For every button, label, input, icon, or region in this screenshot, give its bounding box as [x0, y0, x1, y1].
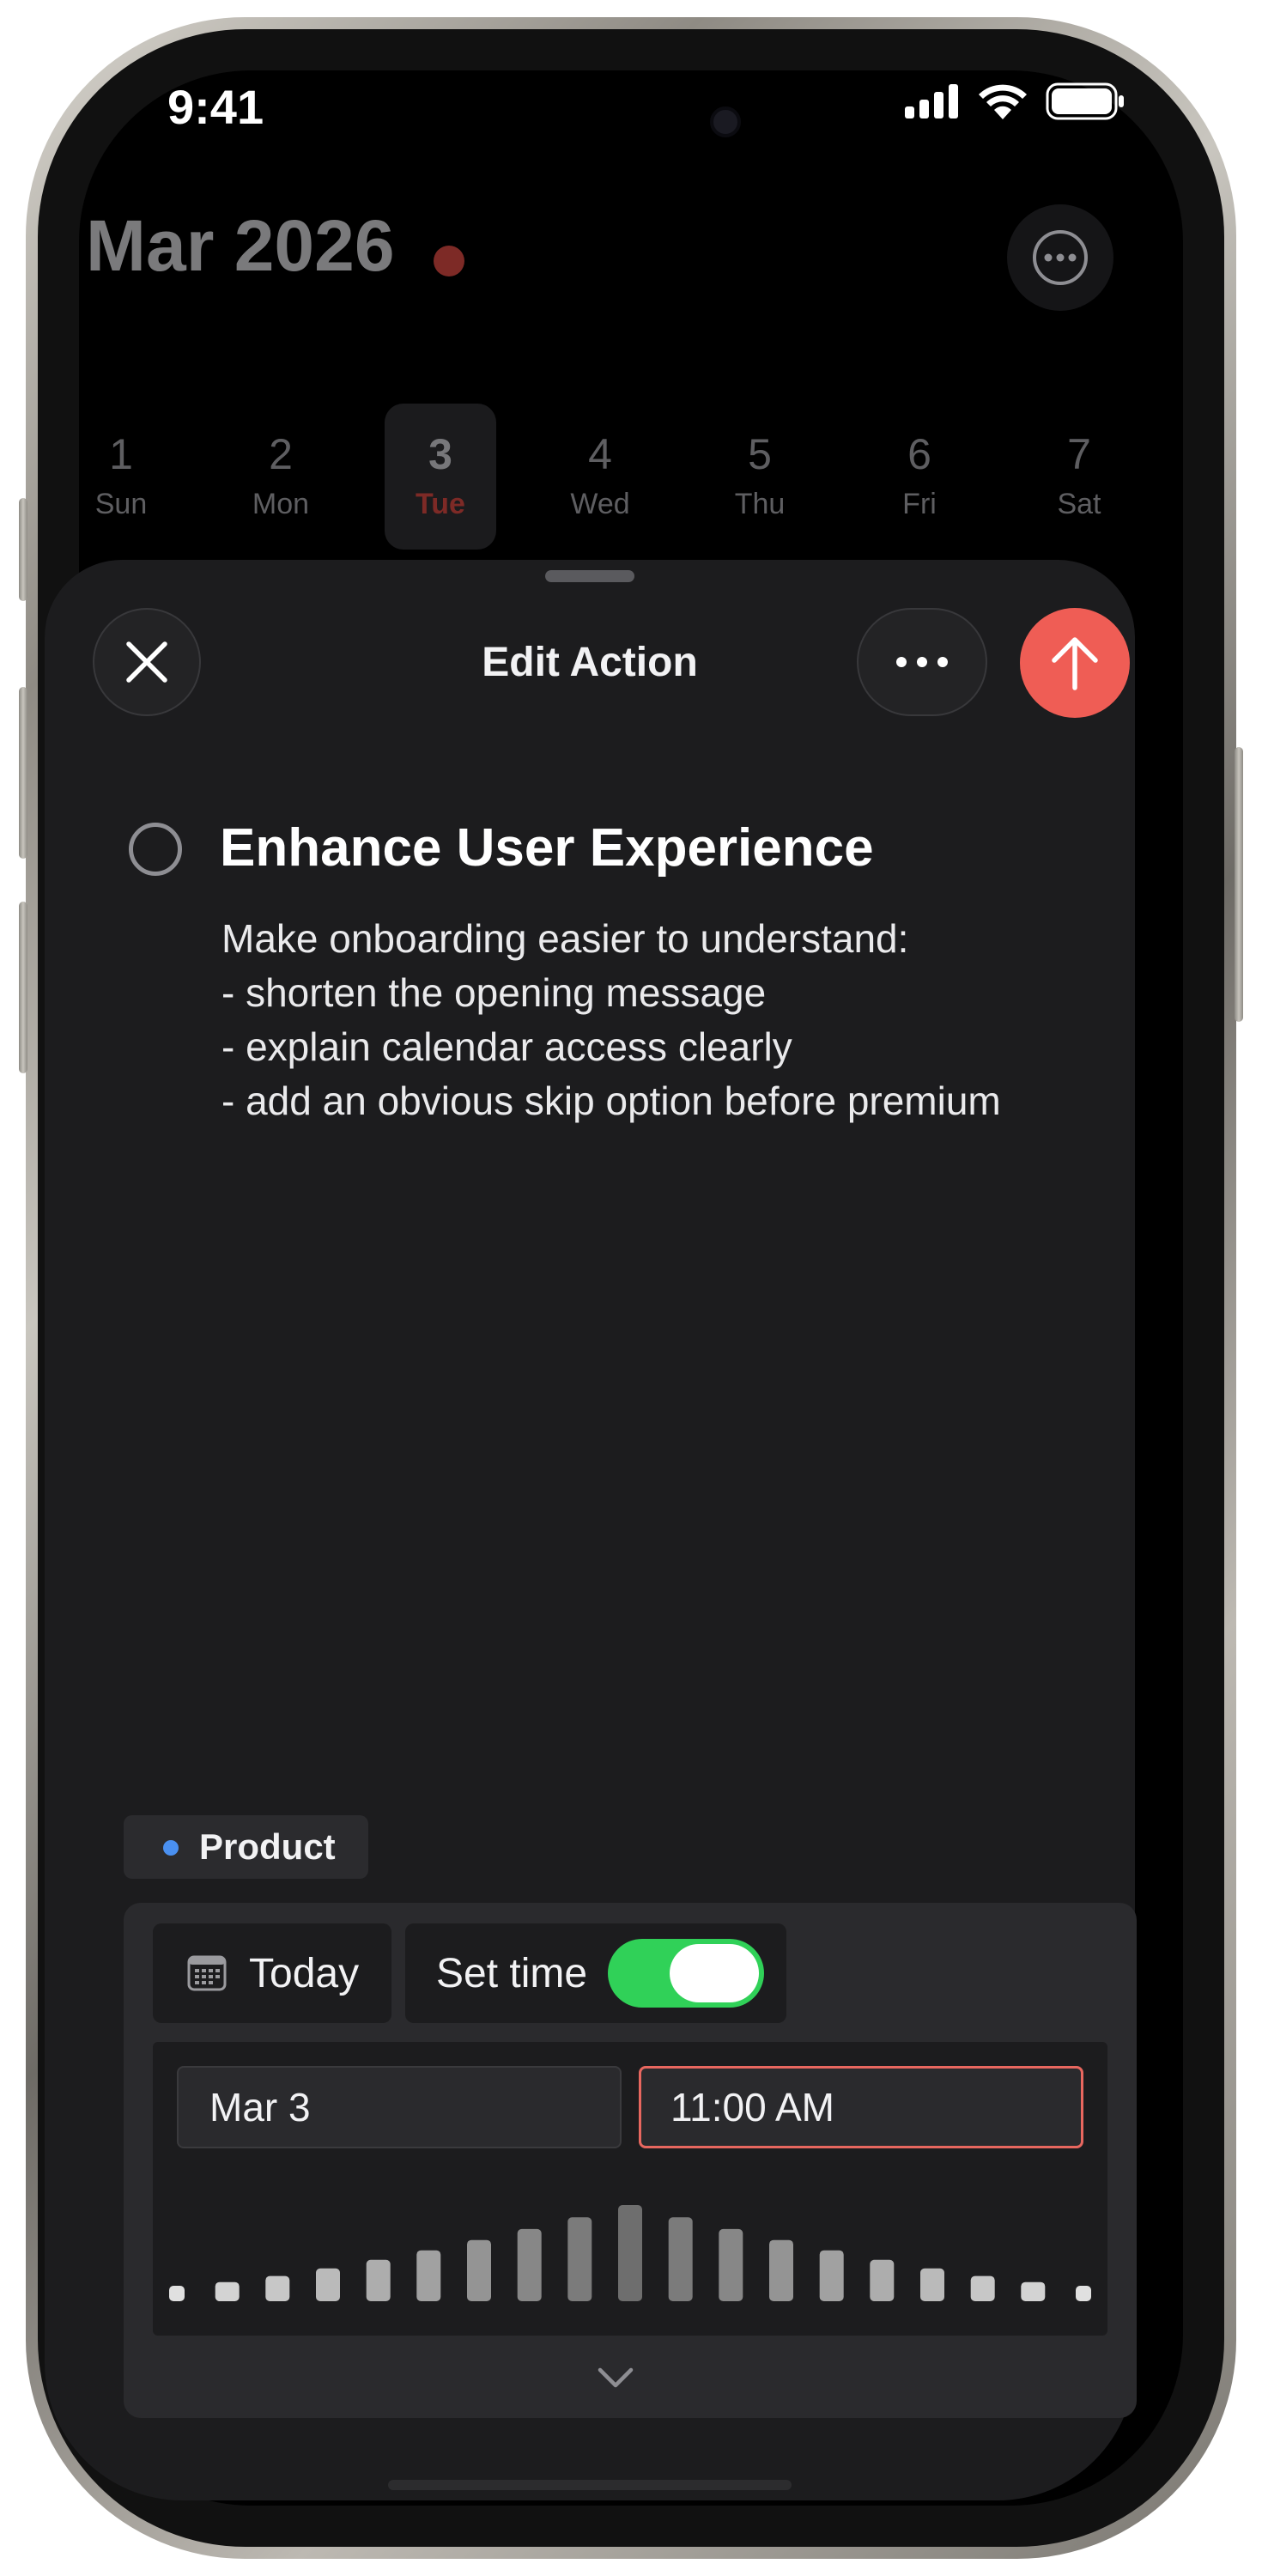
more-options-button[interactable]	[857, 608, 987, 716]
wheel-tick	[567, 2217, 592, 2301]
day-wed[interactable]: 4 Wed	[544, 404, 656, 550]
wheel-tick	[416, 2250, 441, 2301]
note-line: - add an obvious skip option before prem…	[221, 1078, 1001, 1123]
status-time: 9:41	[167, 80, 264, 134]
wheel-tick	[1021, 2281, 1046, 2301]
day-number: 4	[588, 429, 612, 478]
month-title[interactable]: Mar 2026	[86, 204, 395, 288]
set-time-toggle[interactable]	[608, 1939, 764, 2008]
today-indicator-dot	[434, 246, 464, 276]
wheel-tick	[366, 2259, 391, 2301]
date-time-picker: Mar 3 11:00 AM	[153, 2042, 1107, 2336]
day-of-week: Fri	[902, 487, 937, 520]
note-line: - explain calendar access clearly	[221, 1024, 792, 1069]
wheel-tick	[316, 2268, 340, 2301]
calendar-more-button[interactable]	[1007, 204, 1113, 311]
tag-color-dot	[163, 1840, 179, 1856]
ellipsis-icon	[896, 657, 948, 667]
week-strip: 1 Sun 2 Mon 3 Tue 4 Wed 5 Thu 6 Fri 7 Sa…	[65, 404, 1135, 550]
front-camera	[710, 106, 741, 137]
wheel-tick	[517, 2228, 542, 2301]
wheel-tick	[970, 2275, 995, 2301]
set-time-label: Set time	[436, 1950, 588, 1996]
wheel-tick	[668, 2217, 693, 2301]
wheel-tick	[467, 2239, 491, 2301]
day-mon[interactable]: 2 Mon	[225, 404, 337, 550]
arrow-up-icon	[1052, 637, 1098, 690]
set-time-row: Set time	[405, 1923, 786, 2023]
tag-label: Product	[199, 1826, 336, 1867]
day-number: 5	[748, 429, 772, 478]
sheet-grabber[interactable]	[545, 570, 634, 582]
day-chip-today[interactable]: Today	[153, 1923, 391, 2023]
tag-chip-product[interactable]: Product	[124, 1815, 368, 1879]
wheel-tick	[819, 2250, 844, 2301]
wheel-tick	[870, 2259, 895, 2301]
wheel-tick	[920, 2268, 944, 2301]
task-notes[interactable]: Make onboarding easier to understand: - …	[221, 912, 1080, 1128]
toggle-knob	[670, 1944, 759, 2002]
schedule-panel: Today Set time Mar 3 11:00 AM	[124, 1903, 1137, 2418]
home-indicator	[388, 2480, 792, 2490]
day-of-week: Mon	[252, 487, 310, 520]
dynamic-island	[446, 76, 764, 168]
day-sun[interactable]: 1 Sun	[65, 404, 177, 550]
day-number: 1	[109, 429, 133, 478]
sheet-title: Edit Action	[482, 640, 698, 685]
day-of-week: Wed	[570, 487, 630, 520]
save-button[interactable]	[1020, 608, 1130, 718]
wheel-tick	[769, 2239, 793, 2301]
day-tue-selected[interactable]: 3 Tue	[385, 404, 496, 550]
wheel-tick	[265, 2275, 290, 2301]
time-wheel[interactable]	[153, 2042, 1107, 2336]
completion-checkbox[interactable]	[129, 823, 182, 876]
day-chip-label: Today	[249, 1950, 360, 1996]
wheel-tick	[719, 2228, 743, 2301]
day-of-week: Sat	[1057, 487, 1101, 520]
chevron-down-icon[interactable]	[597, 2366, 634, 2391]
day-fri[interactable]: 6 Fri	[864, 404, 975, 550]
wheel-tick	[169, 2286, 185, 2301]
note-line: - shorten the opening message	[221, 970, 767, 1015]
day-of-week: Sun	[94, 487, 148, 520]
note-line: Make onboarding easier to understand:	[221, 916, 909, 961]
day-of-week: Tue	[416, 487, 465, 520]
day-number: 2	[269, 429, 293, 478]
day-number: 6	[907, 429, 931, 478]
wheel-tick	[618, 2205, 642, 2301]
cellular-signal-icon	[905, 84, 958, 118]
status-icons	[905, 82, 1125, 120]
screen-content: 9:41 Mar 2026 1 Sun 2 Mon 3 Tue 4 Wed 5 …	[0, 0, 1262, 2576]
battery-icon	[1046, 82, 1124, 120]
day-of-week: Thu	[734, 487, 786, 520]
close-button[interactable]	[93, 608, 201, 716]
edit-action-sheet: Edit Action Enhance User Experience Make…	[45, 560, 1137, 2500]
wheel-tick	[215, 2281, 240, 2301]
task-title[interactable]: Enhance User Experience	[220, 817, 874, 878]
wheel-tick	[1076, 2286, 1091, 2301]
day-sat[interactable]: 7 Sat	[1023, 404, 1135, 550]
calendar-icon	[187, 1955, 227, 1991]
wifi-icon	[979, 84, 1027, 119]
day-thu[interactable]: 5 Thu	[704, 404, 816, 550]
close-icon	[126, 641, 167, 683]
ellipsis-circle-icon	[1033, 230, 1088, 285]
day-number: 3	[428, 429, 452, 478]
day-number: 7	[1067, 429, 1091, 478]
